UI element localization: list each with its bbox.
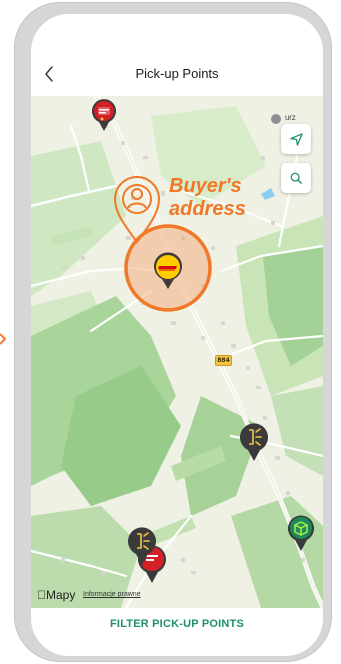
footer-bar: FILTER PICK-UP POINTS <box>31 608 323 656</box>
pin-zabka[interactable] <box>91 98 117 132</box>
zabka-store-icon <box>92 99 116 131</box>
chevron-left-icon <box>45 66 53 82</box>
pickup-box-icon <box>288 515 314 551</box>
page-title: Pick-up Points <box>135 66 219 81</box>
stage: Pick-up Points Buyer's address urz 884 M… <box>0 0 341 664</box>
navigation-arrow-icon <box>289 132 303 146</box>
map-landmark-icon <box>271 114 281 124</box>
map-canvas <box>31 96 323 608</box>
pin-dhl[interactable] <box>153 252 183 290</box>
pin-pickup-green[interactable] <box>287 514 315 552</box>
map-search-button[interactable] <box>281 163 311 193</box>
parcel-locker-icon <box>240 423 268 461</box>
map-attribution-logo: Mapy <box>37 588 75 602</box>
pointer-arrow-icon <box>0 333 6 345</box>
dhl-logo-icon <box>154 252 182 289</box>
legal-info-link[interactable]: Informacje prawne <box>83 591 141 598</box>
buyer-address-label-line: address <box>169 198 246 220</box>
back-button[interactable] <box>37 62 61 86</box>
buyer-address-label-line: Buyer's <box>169 175 242 197</box>
map-place-label-line: urz <box>285 113 296 122</box>
phone-screen: Pick-up Points Buyer's address urz 884 M… <box>31 14 323 656</box>
map-view[interactable]: Buyer's address urz ca 884 <box>31 96 323 608</box>
pin-parcel-locker-2[interactable] <box>127 526 157 566</box>
header: Pick-up Points <box>31 14 323 96</box>
buyer-address-label: Buyer's address <box>169 175 246 221</box>
locate-me-button[interactable] <box>281 124 311 154</box>
filter-pickup-points-button[interactable]: FILTER PICK-UP POINTS <box>110 618 244 630</box>
parcel-locker-icon <box>128 527 156 565</box>
search-icon <box>290 172 302 184</box>
pin-parcel-locker-1[interactable] <box>239 422 269 462</box>
route-number-badge: 884 <box>215 355 232 366</box>
